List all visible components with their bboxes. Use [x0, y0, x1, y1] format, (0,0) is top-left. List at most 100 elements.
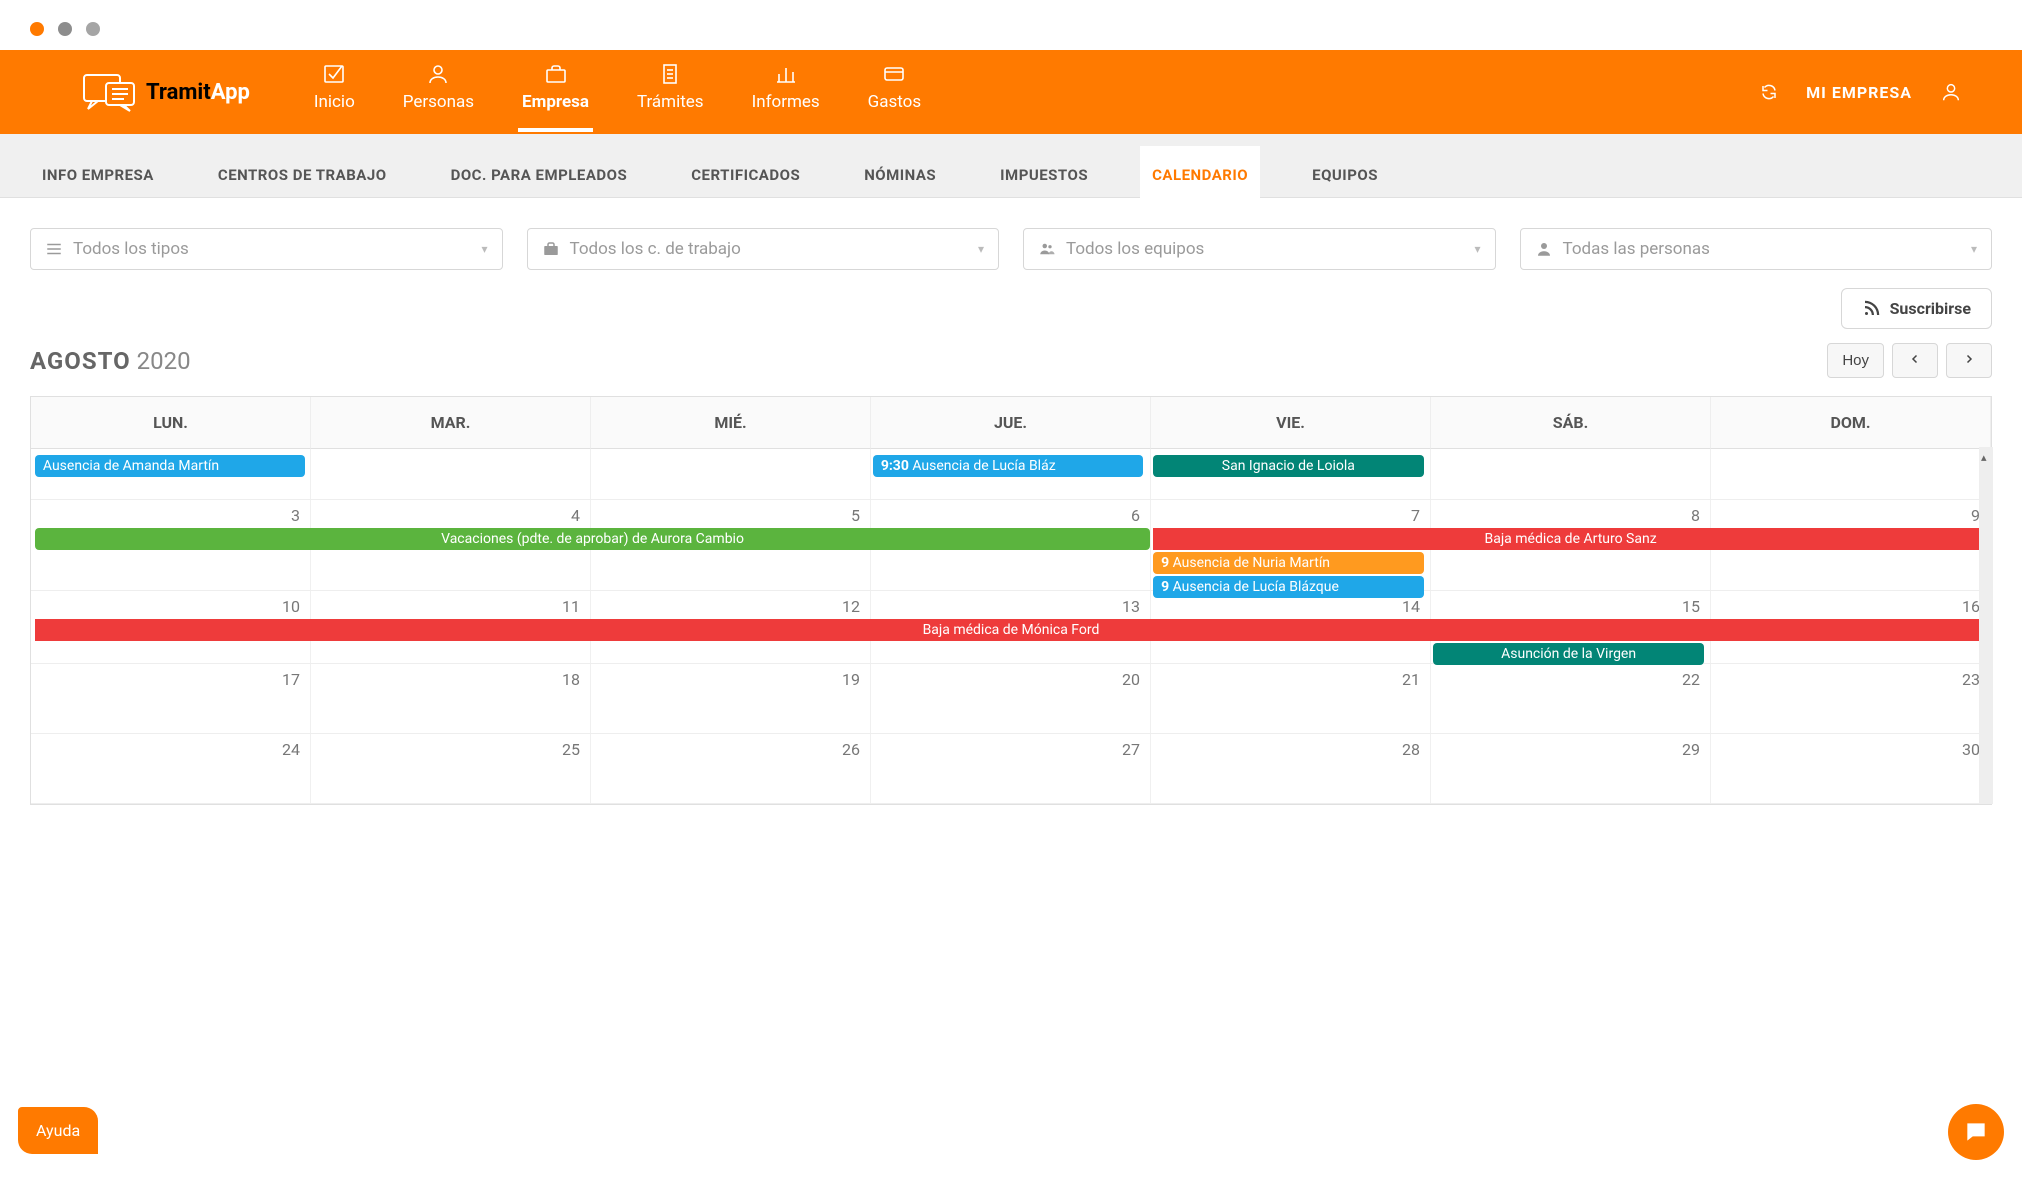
day-cell[interactable]: [1711, 449, 1991, 499]
calendar-header: AGOSTO 2020 Hoy: [30, 343, 1992, 378]
calendar-title: AGOSTO 2020: [30, 347, 191, 375]
nav-label: Informes: [752, 92, 820, 112]
subscribe-button[interactable]: Suscribirse: [1841, 288, 1992, 329]
company-name[interactable]: MI EMPRESA: [1806, 83, 1912, 102]
team-icon: [1038, 240, 1056, 258]
day-cell[interactable]: 27: [871, 734, 1151, 803]
filter-centers[interactable]: Todos los c. de trabajo ▾: [527, 228, 1000, 270]
calendar-week: 17 18 19 20 21 22 23: [31, 664, 1991, 734]
nav-label: Gastos: [868, 92, 921, 112]
next-month-button[interactable]: [1946, 343, 1992, 378]
subnav-doc-empleados[interactable]: DOC. PARA EMPLEADOS: [439, 146, 640, 204]
subscribe-label: Suscribirse: [1890, 299, 1971, 318]
chevron-down-icon: ▾: [1971, 242, 1977, 256]
prev-month-button[interactable]: [1892, 343, 1938, 378]
filter-label: Todas las personas: [1563, 239, 1710, 259]
nav-informes[interactable]: Informes: [748, 52, 824, 132]
filter-label: Todos los tipos: [73, 239, 189, 259]
day-cell[interactable]: 18: [311, 664, 591, 733]
event-sick-leave[interactable]: Baja médica de Arturo Sanz: [1153, 528, 1988, 550]
chevron-down-icon: ▾: [978, 242, 984, 256]
nav-inicio[interactable]: Inicio: [310, 52, 359, 132]
help-button[interactable]: Ayuda: [18, 1107, 98, 1154]
nav-gastos[interactable]: Gastos: [864, 52, 925, 132]
scrollbar[interactable]: ▴: [1979, 447, 1993, 804]
subnav-impuestos[interactable]: IMPUESTOS: [988, 146, 1100, 204]
calendar-week: 10 11 12 13 14 15 16 Baja médica de Móni…: [31, 591, 1991, 664]
nav-empresa[interactable]: Empresa: [518, 52, 593, 132]
content: Todos los tipos ▾ Todos los c. de trabaj…: [0, 198, 2022, 805]
event-vacation[interactable]: Vacaciones (pdte. de aprobar) de Aurora …: [35, 528, 1150, 550]
window-dot: [30, 22, 44, 36]
day-cell[interactable]: 25: [311, 734, 591, 803]
top-bar: TramitApp Inicio Personas Empresa Trámit…: [0, 50, 2022, 134]
nav-label: Inicio: [314, 92, 355, 112]
window-controls: [0, 0, 2022, 50]
event-holiday[interactable]: San Ignacio de Loiola: [1153, 455, 1423, 477]
person-icon: [426, 62, 450, 86]
person-icon: [1535, 240, 1553, 258]
document-icon: [658, 62, 682, 86]
subnav-nominas[interactable]: NÓMINAS: [852, 146, 948, 204]
day-cell[interactable]: 30: [1711, 734, 1991, 803]
card-icon: [882, 62, 906, 86]
subnav-centros[interactable]: CENTROS DE TRABAJO: [206, 146, 399, 204]
subnav-info-empresa[interactable]: INFO EMPRESA: [30, 146, 166, 204]
day-cell[interactable]: 28: [1151, 734, 1431, 803]
day-cell[interactable]: 26: [591, 734, 871, 803]
event-absence[interactable]: 9 Ausencia de Nuria Martín: [1153, 552, 1423, 574]
chat-icon: [1963, 1119, 1989, 1145]
chevron-down-icon: ▾: [1474, 242, 1480, 256]
filter-label: Todos los equipos: [1066, 239, 1204, 259]
chevron-left-icon: [1909, 353, 1921, 365]
subnav-certificados[interactable]: CERTIFICADOS: [679, 146, 812, 204]
day-cell[interactable]: 19: [591, 664, 871, 733]
subnav-calendario[interactable]: CALENDARIO: [1140, 146, 1260, 204]
day-cell[interactable]: 23: [1711, 664, 1991, 733]
day-cell[interactable]: [591, 449, 871, 499]
day-cell[interactable]: 24: [31, 734, 311, 803]
chevron-down-icon: ▾: [481, 242, 487, 256]
logo-text: TramitApp: [146, 80, 250, 105]
window-dot: [86, 22, 100, 36]
briefcase-icon: [542, 240, 560, 258]
logo-icon: [80, 69, 140, 115]
user-icon[interactable]: [1940, 81, 1962, 103]
event-absence[interactable]: 9:30 Ausencia de Lucía Bláz: [873, 455, 1143, 477]
event-absence[interactable]: Ausencia de Amanda Martín: [35, 455, 305, 477]
chevron-right-icon: [1963, 353, 1975, 365]
chat-button[interactable]: [1948, 1104, 2004, 1160]
event-sick-leave[interactable]: Baja médica de Mónica Ford: [35, 619, 1987, 641]
window-dot: [58, 22, 72, 36]
filter-types[interactable]: Todos los tipos ▾: [30, 228, 503, 270]
today-button[interactable]: Hoy: [1827, 343, 1884, 378]
sub-nav: INFO EMPRESA CENTROS DE TRABAJO DOC. PAR…: [0, 134, 2022, 198]
nav-tramites[interactable]: Trámites: [633, 52, 708, 132]
day-cell[interactable]: 20: [871, 664, 1151, 733]
app-logo[interactable]: TramitApp: [80, 69, 250, 115]
nav-label: Empresa: [522, 92, 589, 112]
nav-personas[interactable]: Personas: [399, 52, 478, 132]
filter-teams[interactable]: Todos los equipos ▾: [1023, 228, 1496, 270]
day-cell[interactable]: [311, 449, 591, 499]
list-icon: [45, 240, 63, 258]
day-cell[interactable]: 21: [1151, 664, 1431, 733]
day-cell[interactable]: [1431, 449, 1711, 499]
subnav-equipos[interactable]: EQUIPOS: [1300, 146, 1390, 204]
calendar-week: 24 25 26 27 28 29 30: [31, 734, 1991, 804]
weekday: MAR.: [311, 397, 591, 449]
day-cell[interactable]: 22: [1431, 664, 1711, 733]
filter-people[interactable]: Todas las personas ▾: [1520, 228, 1993, 270]
day-cell[interactable]: 17: [31, 664, 311, 733]
filter-row: Todos los tipos ▾ Todos los c. de trabaj…: [30, 228, 1992, 270]
event-holiday[interactable]: Asunción de la Virgen: [1433, 643, 1703, 665]
top-right: MI EMPRESA: [1760, 81, 1962, 103]
weekday: VIE.: [1151, 397, 1431, 449]
day-cell[interactable]: 29: [1431, 734, 1711, 803]
calendar-week: Ausencia de Amanda Martín 9:30 Ausencia …: [31, 449, 1991, 500]
weekday: SÁB.: [1431, 397, 1711, 449]
weekday: JUE.: [871, 397, 1151, 449]
refresh-icon[interactable]: [1760, 83, 1778, 101]
rss-icon: [1862, 300, 1880, 318]
weekday: MIÉ.: [591, 397, 871, 449]
